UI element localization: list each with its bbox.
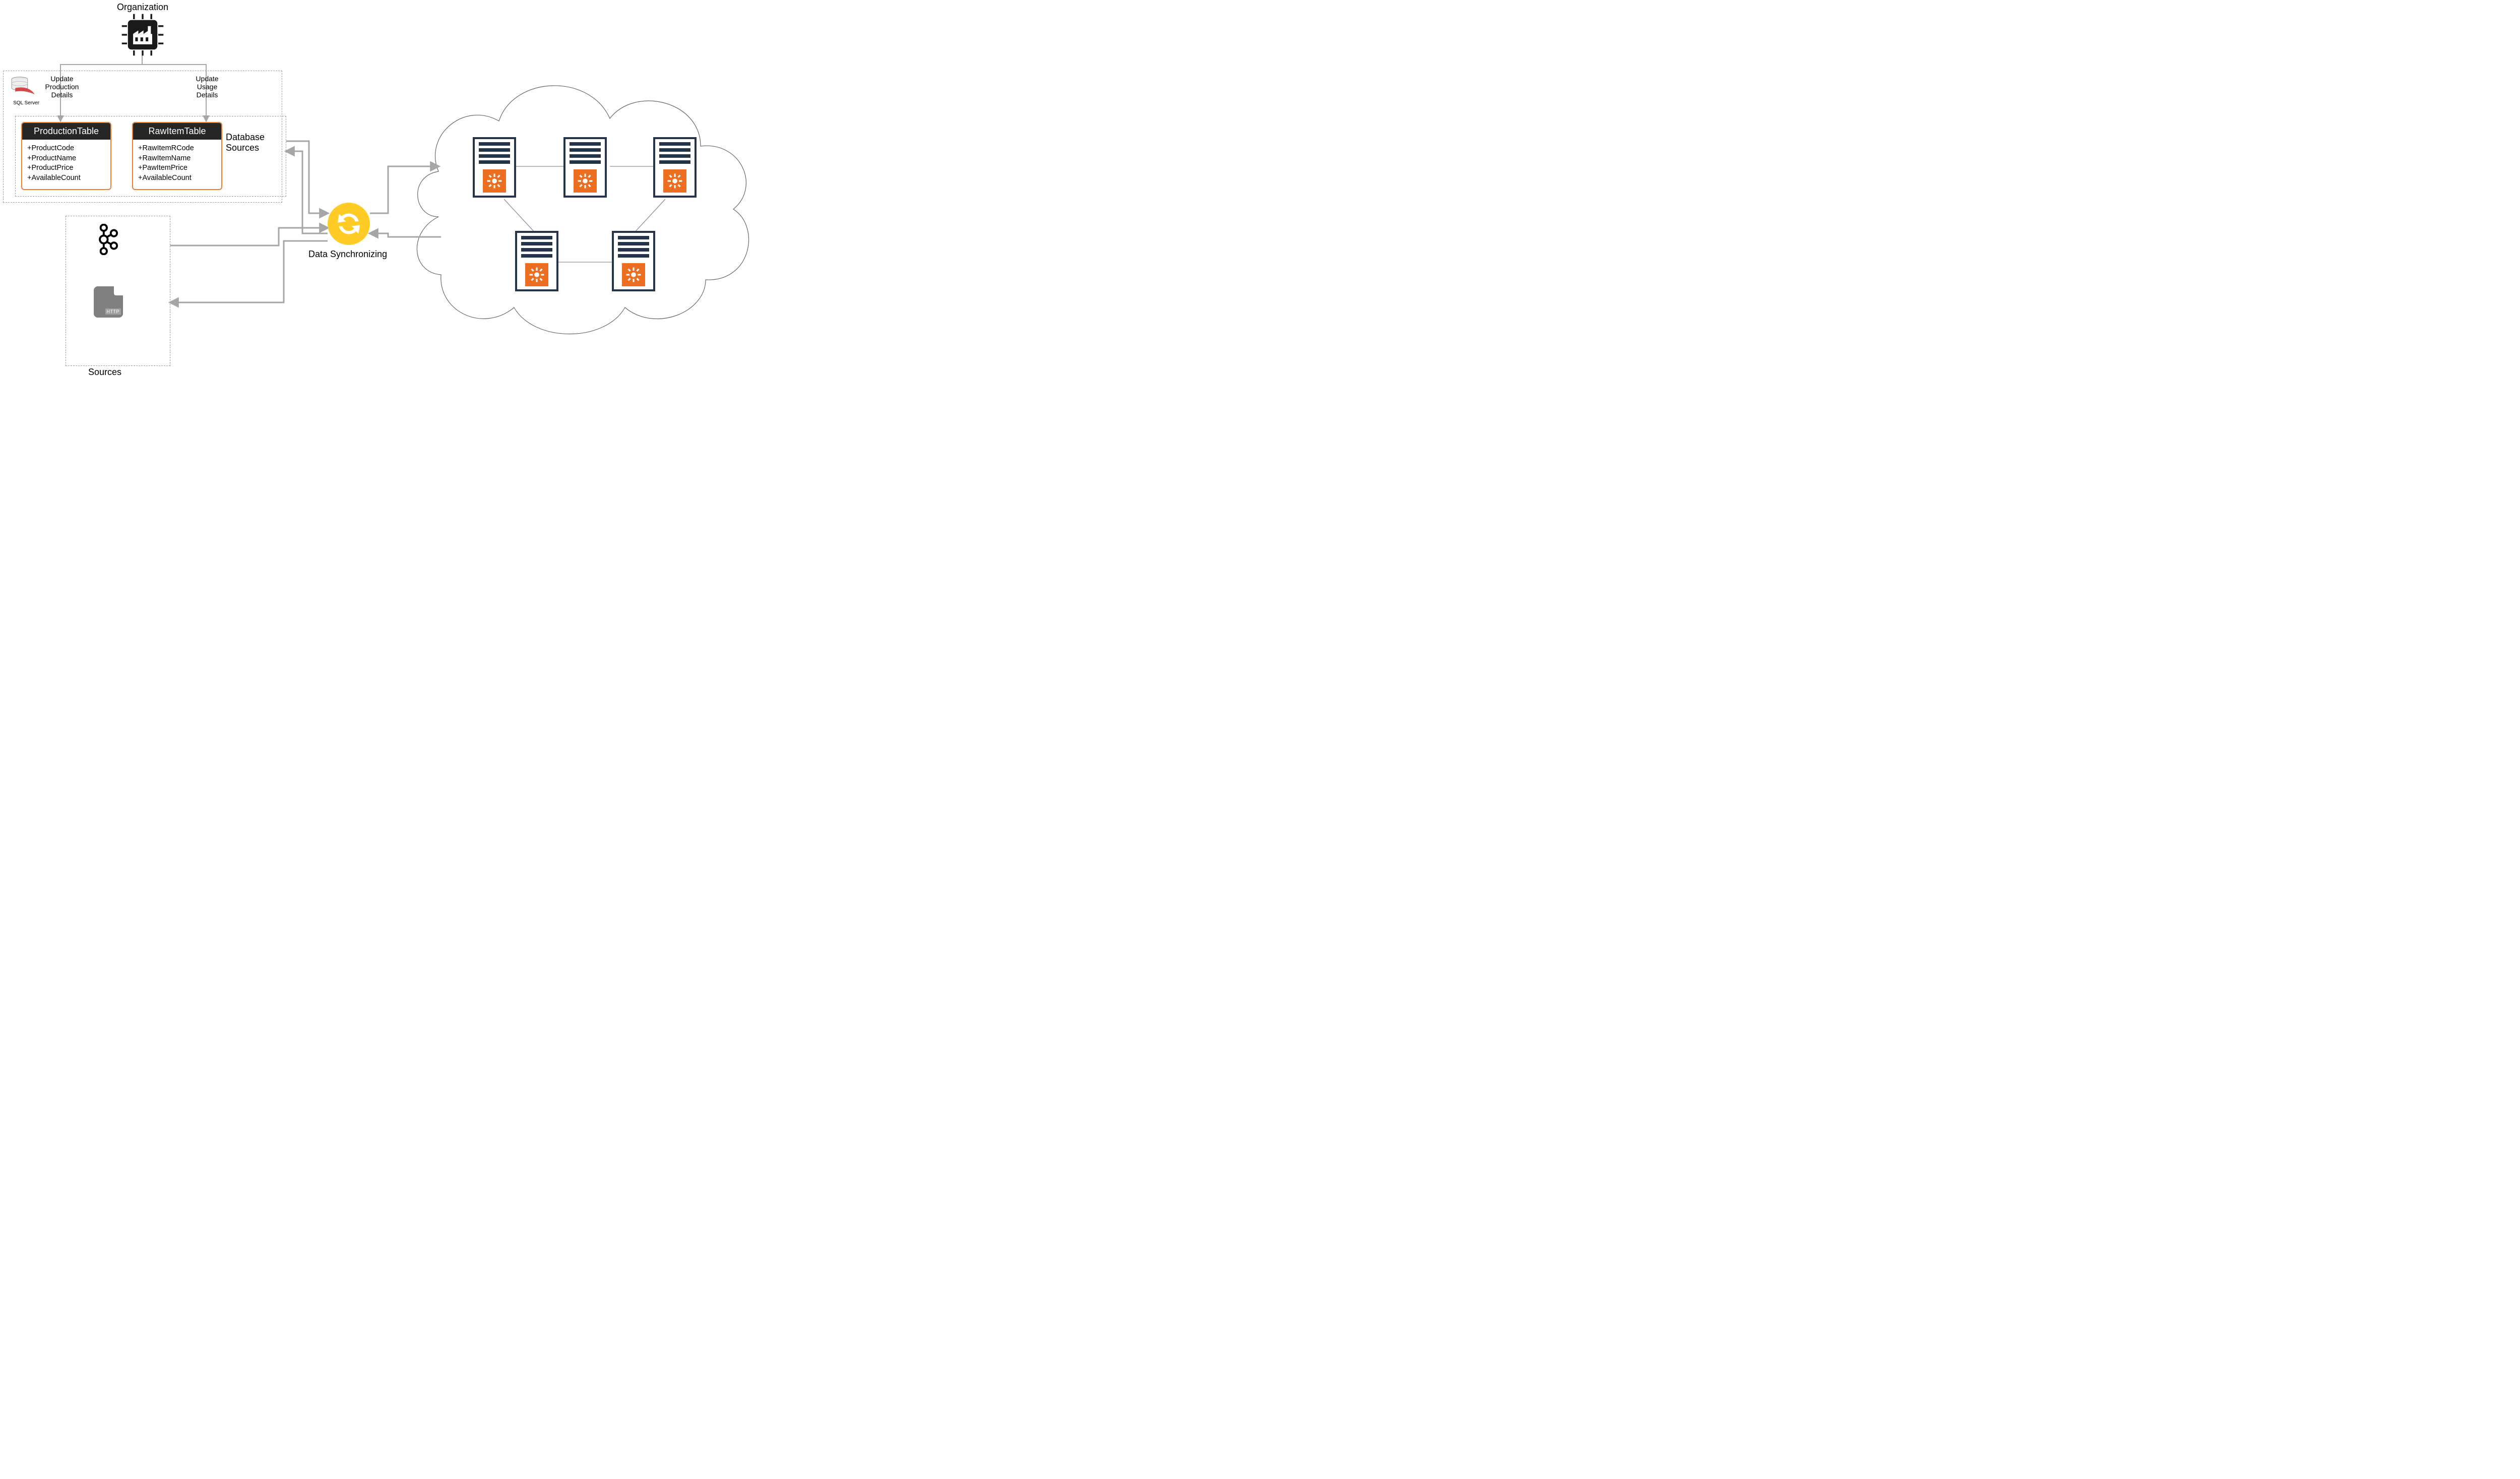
sync-icon [328,203,370,245]
database-sources-label: Database Sources [226,132,276,153]
gear-icon [622,263,645,286]
cloud-icon [417,86,748,334]
kafka-icon [95,224,119,258]
production-table-card: ProductionTable +ProductCode +ProductNam… [21,122,111,190]
factory-chip-icon [121,13,164,56]
field: +ProductPrice [27,163,105,173]
server-icon [612,231,655,291]
field: +ProductCode [27,144,105,154]
gear-icon [483,169,506,193]
field: +RawItemRCode [138,144,216,154]
production-table-title: ProductionTable [22,123,110,140]
rawitem-table-card: RawItemTable +RawItemRCode +RawItemName … [132,122,222,190]
server-icon [515,231,558,291]
http-file-icon: HTTP [94,286,123,318]
gear-icon [663,169,686,193]
rawitem-table-fields: +RawItemRCode +RawItemName +PawItemPrice… [133,140,221,189]
rawitem-table-title: RawItemTable [133,123,221,140]
field: +AvailableCount [27,173,105,183]
field: +PawItemPrice [138,163,216,173]
gear-icon [574,169,597,193]
architecture-diagram: Organization [0,0,766,398]
server-icon [653,137,697,198]
field: +AvailableCount [138,173,216,183]
data-sync-label: Data Synchronizing [297,249,398,260]
gear-icon [525,263,548,286]
update-usage-label: Update Usage Details [190,75,225,99]
sources-label: Sources [80,367,130,378]
organization-label: Organization [117,2,167,13]
server-icon [473,137,516,198]
http-tag-label: HTTP [105,309,121,315]
server-icon [563,137,607,198]
production-table-fields: +ProductCode +ProductName +ProductPrice … [22,140,110,189]
field: +ProductName [27,154,105,164]
update-production-label: Update Production Details [39,75,85,99]
sqlserver-label: SQL Server [8,100,44,106]
field: +RawItemName [138,154,216,164]
